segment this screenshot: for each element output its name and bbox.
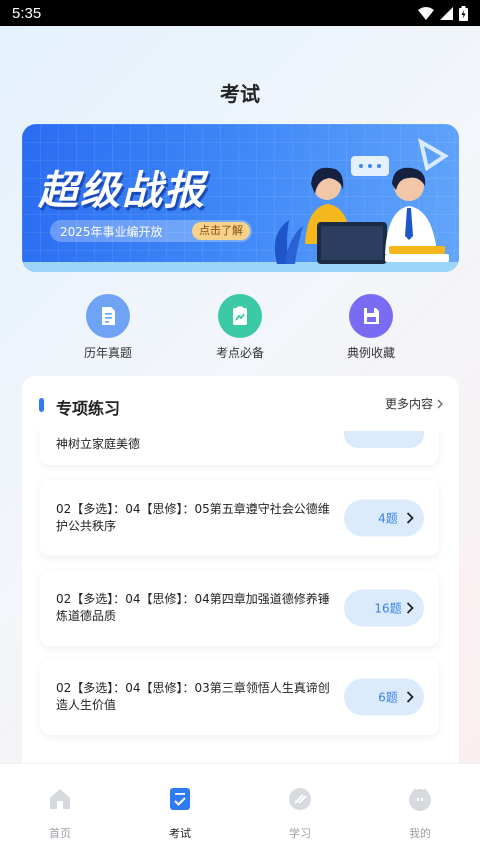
banner-subtitle-pill: 2025年事业编开放 点击了解 [50, 220, 252, 242]
practice-panel-header: 专项练习 更多内容 [22, 376, 459, 431]
practice-item-text: 神树立家庭美德 [56, 437, 141, 451]
section-accent-bar [39, 398, 44, 412]
status-bar: 5:35 [0, 0, 480, 26]
home-icon [50, 789, 70, 809]
tab-label: 首页 [49, 827, 71, 840]
more-content-label: 更多内容 [384, 397, 433, 411]
banner-title: 超级战报 [38, 168, 206, 214]
document-icon [86, 294, 130, 338]
question-count: 4题 [378, 511, 398, 526]
quick-action-label: 历年真题 [83, 346, 132, 360]
practice-item-text: 02【多选】：04【思修】：04第四章加强道德修养锤炼道德品质 [56, 592, 330, 623]
quick-action-favorites[interactable]: 典例收藏 [321, 294, 421, 361]
tab-label: 考试 [169, 827, 191, 840]
banner-cta-button[interactable]: 点击了解 [192, 222, 250, 240]
save-icon [349, 294, 393, 338]
tab-home[interactable]: 首页 [20, 786, 100, 841]
signal-icon [440, 6, 453, 20]
quick-action-past-exams[interactable]: 历年真题 [58, 294, 158, 361]
tab-label: 我的 [409, 827, 431, 840]
more-content-link[interactable]: 更多内容 [385, 395, 443, 412]
practice-item-text: 02【多选】：04【思修】：03第三章领悟人生真谛创造人生价值 [56, 681, 330, 712]
promo-banner[interactable]: 超级战报 2025年事业编开放 点击了解 [22, 124, 459, 272]
chevron-right-icon [406, 691, 414, 703]
chart-clipboard-icon [218, 294, 262, 338]
banner-subtitle: 2025年事业编开放 [60, 224, 163, 239]
practice-start-button[interactable]: 4题 [344, 499, 424, 537]
quick-action-label: 考点必备 [215, 346, 264, 360]
chevron-right-icon [406, 602, 414, 614]
tab-exam[interactable]: 考试 [140, 786, 220, 841]
quick-action-label: 典例收藏 [346, 346, 395, 360]
practice-item[interactable]: 02【多选】：04【思修】：05第五章遵守社会公德维护公共秩序 4题 [40, 480, 439, 556]
practice-item[interactable]: 02【多选】：04【思修】：03第三章领悟人生真谛创造人生价值 6题 [40, 659, 439, 735]
bottom-tab-bar: 首页 考试 学习 我的 [0, 763, 480, 853]
wifi-icon [418, 6, 434, 20]
tab-study[interactable]: 学习 [260, 786, 340, 841]
practice-title: 专项练习 [56, 399, 121, 418]
practice-item-text: 02【多选】：04【思修】：05第五章遵守社会公德维护公共秩序 [56, 502, 330, 533]
exam-icon [170, 788, 190, 810]
practice-item[interactable]: 02【多选】：04【思修】：04第四章加强道德修养锤炼道德品质 16题 [40, 570, 439, 646]
question-count: 16题 [374, 601, 402, 616]
page-title: 考试 [220, 82, 260, 106]
question-count: 6题 [378, 690, 398, 705]
battery-icon [459, 5, 468, 21]
practice-panel: 专项练习 更多内容 神树立家庭美德 02【多选】：04【思修】：05第五章遵守社… [22, 376, 459, 776]
quick-actions: 历年真题 考点必备 典例收藏 [0, 294, 480, 364]
study-icon [289, 788, 311, 810]
chevron-right-icon [406, 512, 414, 524]
quick-action-key-points[interactable]: 考点必备 [190, 294, 290, 361]
tab-label: 学习 [289, 827, 311, 840]
practice-start-button[interactable]: 16题 [344, 589, 424, 627]
chevron-right-icon [437, 399, 443, 408]
status-icons [418, 5, 468, 21]
profile-icon [409, 788, 431, 811]
status-time: 5:35 [12, 4, 42, 22]
banner-illustration [274, 137, 449, 264]
practice-start-button[interactable]: 6题 [344, 678, 424, 716]
tab-profile[interactable]: 我的 [380, 786, 460, 841]
